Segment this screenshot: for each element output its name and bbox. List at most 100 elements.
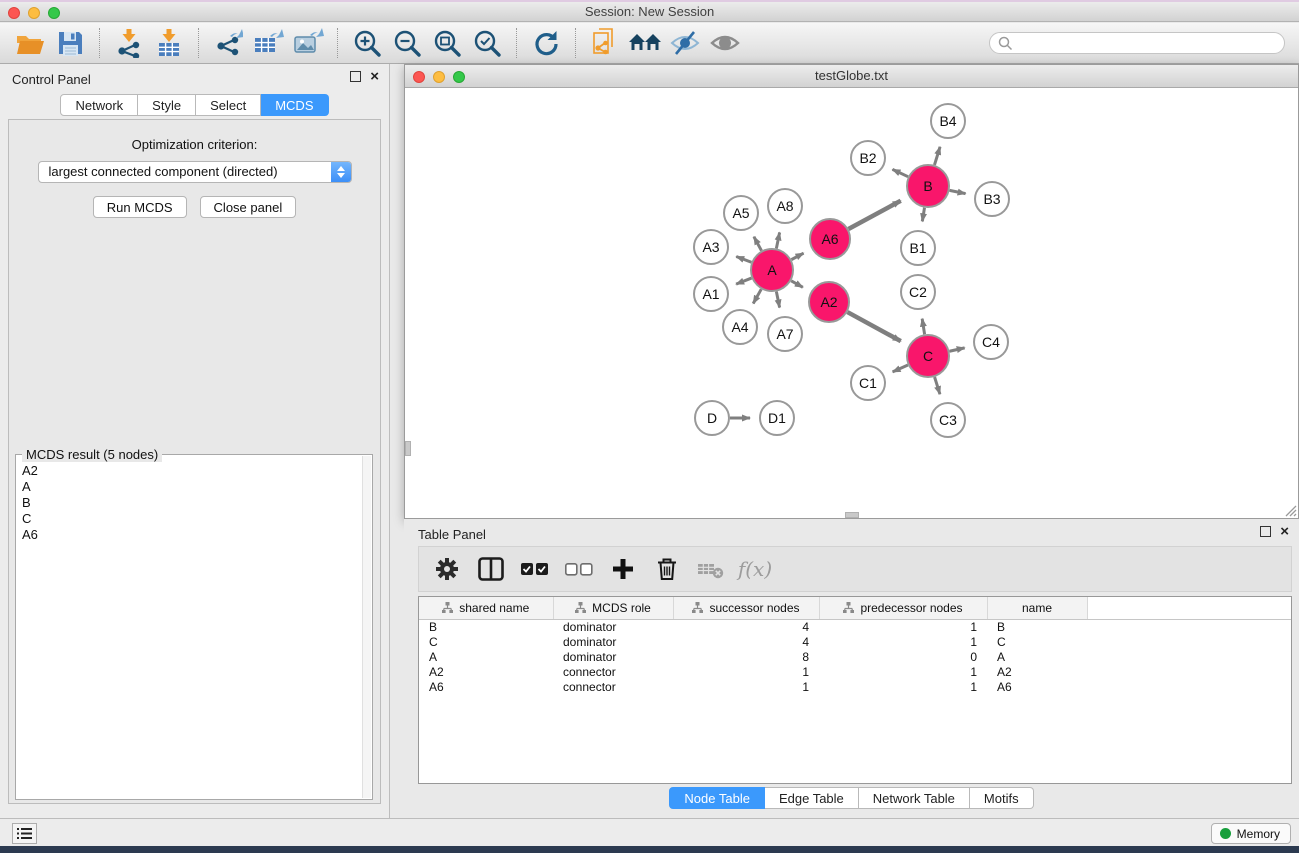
gear-icon[interactable]	[425, 549, 469, 589]
graph-edge-C-C4[interactable]	[949, 348, 964, 351]
search-input[interactable]	[1013, 36, 1276, 50]
resize-grip[interactable]	[1283, 503, 1297, 517]
graph-node-A4[interactable]: A4	[723, 310, 757, 344]
new-network-from-selection-icon[interactable]	[585, 26, 625, 60]
table-cell[interactable]: A	[419, 649, 553, 664]
table-row[interactable]: A6connector11A6	[419, 679, 1291, 694]
graph-node-C1[interactable]: C1	[851, 366, 885, 400]
delete-column-icon[interactable]	[645, 549, 689, 589]
table-cell[interactable]: dominator	[553, 634, 673, 649]
vertical-scrollbar-thumb[interactable]	[405, 441, 411, 456]
select-all-columns-icon[interactable]	[513, 549, 557, 589]
graph-node-B3[interactable]: B3	[975, 182, 1009, 216]
float-table-panel-icon[interactable]	[1260, 526, 1271, 537]
mcds-result-item[interactable]: A6	[22, 527, 370, 543]
graph-node-A2[interactable]: A2	[809, 282, 849, 322]
graph-edge-B-B1[interactable]	[922, 208, 924, 222]
graph-edge-A-A3[interactable]	[736, 257, 751, 263]
export-image-icon[interactable]	[288, 26, 328, 60]
export-network-icon[interactable]	[208, 26, 248, 60]
horizontal-scrollbar-thumb[interactable]	[845, 512, 859, 518]
graph-edge-A-A2[interactable]	[791, 281, 803, 288]
import-table-icon[interactable]	[149, 26, 189, 60]
column-header-name[interactable]: name	[987, 597, 1087, 619]
graph-node-C4[interactable]: C4	[974, 325, 1008, 359]
column-header-mcds-role[interactable]: MCDS role	[553, 597, 673, 619]
graph-edge-A-A1[interactable]	[736, 278, 751, 284]
table-cell[interactable]: 1	[819, 634, 987, 649]
network-close-button[interactable]	[413, 71, 425, 83]
graph-node-C[interactable]: C	[907, 335, 949, 377]
table-row[interactable]: Bdominator41B	[419, 619, 1291, 634]
minimize-window-button[interactable]	[28, 7, 40, 19]
mcds-result-item[interactable]: C	[22, 511, 370, 527]
graph-edge-B-B3[interactable]	[950, 190, 966, 193]
import-network-icon[interactable]	[109, 26, 149, 60]
tab-motifs[interactable]: Motifs	[970, 787, 1034, 809]
home-icon[interactable]	[625, 26, 665, 60]
zoom-out-icon[interactable]	[387, 26, 427, 60]
tab-edge-table[interactable]: Edge Table	[765, 787, 859, 809]
graph-node-A8[interactable]: A8	[768, 189, 802, 223]
table-cell[interactable]: 8	[673, 649, 819, 664]
float-panel-icon[interactable]	[350, 71, 361, 82]
run-mcds-button[interactable]: Run MCDS	[93, 196, 187, 218]
table-cell[interactable]: A6	[987, 679, 1087, 694]
graph-edge-A2-C[interactable]	[847, 312, 900, 341]
add-column-icon[interactable]	[601, 549, 645, 589]
table-cell[interactable]: connector	[553, 679, 673, 694]
graph-node-A6[interactable]: A6	[810, 219, 850, 259]
table-cell[interactable]: connector	[553, 664, 673, 679]
table-cell[interactable]: A2	[419, 664, 553, 679]
table-cell[interactable]: 4	[673, 634, 819, 649]
network-window-titlebar[interactable]: testGlobe.txt	[405, 65, 1298, 88]
column-header-successor-nodes[interactable]: successor nodes	[673, 597, 819, 619]
tab-mcds[interactable]: MCDS	[261, 94, 328, 116]
graph-edge-A-A7[interactable]	[776, 292, 779, 308]
tab-style[interactable]: Style	[138, 94, 196, 116]
zoom-selected-icon[interactable]	[467, 26, 507, 60]
graph-node-B1[interactable]: B1	[901, 231, 935, 265]
zoom-fit-icon[interactable]	[427, 26, 467, 60]
mcds-result-item[interactable]: B	[22, 495, 370, 511]
table-cell[interactable]: 1	[673, 679, 819, 694]
graph-node-A1[interactable]: A1	[694, 277, 728, 311]
tab-network-table[interactable]: Network Table	[859, 787, 970, 809]
column-header-shared-name[interactable]: shared name	[419, 597, 553, 619]
memory-button[interactable]: Memory	[1211, 823, 1291, 844]
mcds-result-item[interactable]: A2	[22, 463, 370, 479]
table-cell[interactable]: 1	[673, 664, 819, 679]
graph-node-A[interactable]: A	[751, 249, 793, 291]
graph-edge-A6-B[interactable]	[848, 201, 900, 229]
export-table-icon[interactable]	[248, 26, 288, 60]
network-zoom-button[interactable]	[453, 71, 465, 83]
graph-edge-B-B2[interactable]	[892, 169, 908, 176]
table-cell[interactable]: B	[987, 619, 1087, 634]
graph-edge-C-C2[interactable]	[922, 319, 924, 335]
table-cell[interactable]: 0	[819, 649, 987, 664]
refresh-layout-icon[interactable]	[526, 26, 566, 60]
table-row[interactable]: Adominator80A	[419, 649, 1291, 664]
table-row[interactable]: Cdominator41C	[419, 634, 1291, 649]
graph-node-B[interactable]: B	[907, 165, 949, 207]
close-table-panel-icon[interactable]: ×	[1280, 526, 1289, 537]
graph-edge-C-C1[interactable]	[893, 365, 908, 372]
result-scrollbar[interactable]	[362, 456, 371, 798]
open-folder-icon[interactable]	[10, 26, 50, 60]
table-cell[interactable]: C	[987, 634, 1087, 649]
table-cell[interactable]: dominator	[553, 649, 673, 664]
graph-edge-A-A8[interactable]	[776, 232, 779, 248]
table-cell[interactable]: C	[419, 634, 553, 649]
network-minimize-button[interactable]	[433, 71, 445, 83]
graph-node-D1[interactable]: D1	[760, 401, 794, 435]
mcds-result-item[interactable]: A	[22, 479, 370, 495]
table-cell[interactable]: A6	[419, 679, 553, 694]
graph-node-B4[interactable]: B4	[931, 104, 965, 138]
graph-node-A5[interactable]: A5	[724, 196, 758, 230]
graph-node-D[interactable]: D	[695, 401, 729, 435]
save-icon[interactable]	[50, 26, 90, 60]
table-cell[interactable]: 1	[819, 679, 987, 694]
graph-node-C3[interactable]: C3	[931, 403, 965, 437]
table-row[interactable]: A2connector11A2	[419, 664, 1291, 679]
split-columns-icon[interactable]	[469, 549, 513, 589]
